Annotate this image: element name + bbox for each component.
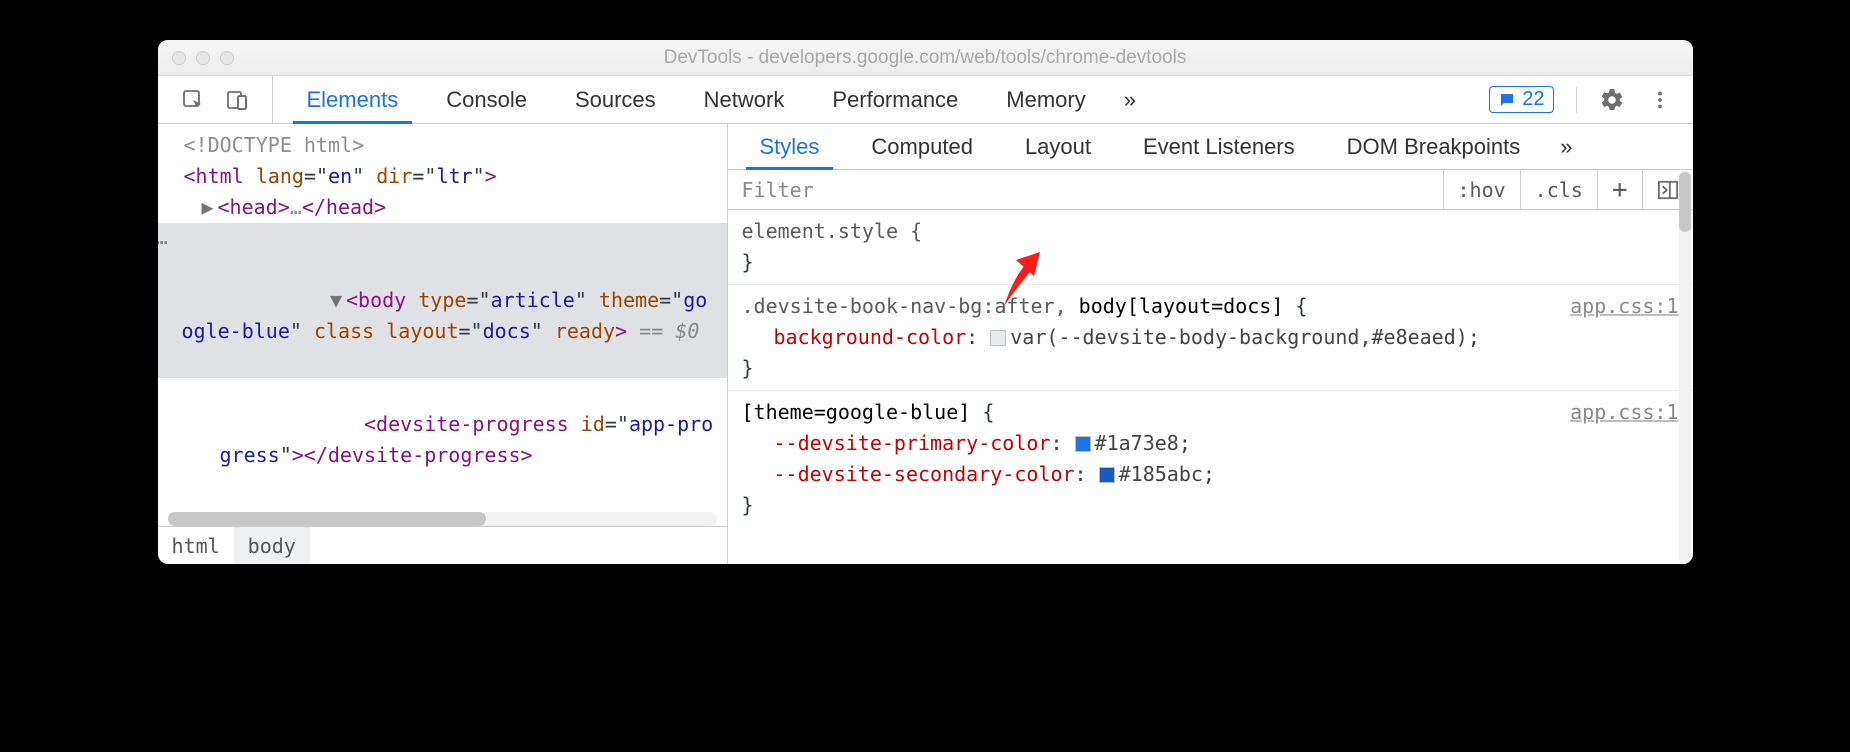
dom-tree-pane: <!DOCTYPE html> <html lang="en" dir="ltr… bbox=[158, 124, 728, 564]
style-rules: element.style { } app.css:1 .devsite-boo… bbox=[728, 210, 1693, 564]
styles-pane: Styles Computed Layout Event Listeners D… bbox=[728, 124, 1693, 564]
dom-body-open[interactable]: ⋯ ▼<body type="article" theme="google-bl… bbox=[158, 223, 727, 378]
traffic-zoom[interactable] bbox=[220, 51, 234, 65]
rule-body-layout-docs[interactable]: app.css:1 .devsite-book-nav-bg:after, bo… bbox=[728, 285, 1693, 391]
window-title: DevTools - developers.google.com/web/too… bbox=[158, 47, 1693, 69]
dom-devsite-progress[interactable]: <devsite-progress id="app-progress"></de… bbox=[158, 378, 727, 502]
dom-html-open[interactable]: <html lang="en" dir="ltr"> bbox=[158, 161, 727, 192]
panes: <!DOCTYPE html> <html lang="en" dir="ltr… bbox=[158, 124, 1693, 564]
crumb-html[interactable]: html bbox=[158, 527, 234, 564]
dom-section-open[interactable]: ▼<section class="devsite-wrapper"> bbox=[158, 502, 727, 508]
toolbar-right: 22 bbox=[1469, 76, 1692, 123]
subtab-layout[interactable]: Layout bbox=[999, 124, 1117, 169]
filter-bar: :hov .cls + bbox=[728, 170, 1693, 210]
prop-primary-color[interactable]: --devsite-primary-color: #1a73e8; bbox=[742, 428, 1679, 459]
traffic-lights bbox=[158, 51, 234, 65]
subtab-computed[interactable]: Computed bbox=[845, 124, 999, 169]
stage: DevTools - developers.google.com/web/too… bbox=[158, 40, 1693, 564]
color-swatch[interactable] bbox=[1099, 467, 1115, 483]
tabs-overflow-icon[interactable]: » bbox=[1110, 76, 1150, 123]
styles-vertical-scrollbar[interactable] bbox=[1679, 170, 1691, 564]
prop-secondary-color[interactable]: --devsite-secondary-color: #185abc; bbox=[742, 459, 1679, 490]
device-toolbar-icon[interactable] bbox=[224, 87, 250, 113]
messages-badge[interactable]: 22 bbox=[1489, 86, 1553, 113]
tab-performance[interactable]: Performance bbox=[808, 76, 982, 123]
styles-filter-input[interactable] bbox=[728, 170, 1444, 209]
breadcrumbs: html body bbox=[158, 526, 727, 564]
rule-source-link[interactable]: app.css:1 bbox=[1570, 397, 1678, 428]
subtab-styles[interactable]: Styles bbox=[734, 124, 846, 169]
main-toolbar: Elements Console Sources Network Perform… bbox=[158, 76, 1693, 124]
tab-memory[interactable]: Memory bbox=[982, 76, 1109, 123]
crumb-body[interactable]: body bbox=[234, 527, 310, 564]
new-style-rule-button[interactable]: + bbox=[1598, 170, 1643, 209]
prop-background-color[interactable]: background-color: var(--devsite-body-bac… bbox=[742, 322, 1679, 353]
color-swatch[interactable] bbox=[1075, 436, 1091, 452]
dom-head-collapsed[interactable]: ▶<head>…</head> bbox=[158, 192, 727, 223]
hov-toggle[interactable]: :hov bbox=[1444, 170, 1521, 209]
messages-count: 22 bbox=[1522, 88, 1544, 111]
traffic-minimize[interactable] bbox=[196, 51, 210, 65]
styles-subtabs: Styles Computed Layout Event Listeners D… bbox=[728, 124, 1693, 170]
tab-sources[interactable]: Sources bbox=[551, 76, 680, 123]
dom-tree[interactable]: <!DOCTYPE html> <html lang="en" dir="ltr… bbox=[158, 124, 727, 508]
subtab-event-listeners[interactable]: Event Listeners bbox=[1117, 124, 1321, 169]
dom-doctype[interactable]: <!DOCTYPE html> bbox=[158, 130, 727, 161]
tab-console[interactable]: Console bbox=[422, 76, 551, 123]
main-tabs: Elements Console Sources Network Perform… bbox=[273, 76, 1470, 123]
subtab-dom-breakpoints[interactable]: DOM Breakpoints bbox=[1321, 124, 1547, 169]
settings-gear-icon[interactable] bbox=[1599, 87, 1625, 113]
selected-dots-icon: ⋯ bbox=[158, 227, 166, 258]
inspect-element-icon[interactable] bbox=[180, 87, 206, 113]
traffic-close[interactable] bbox=[172, 51, 186, 65]
rule-element-style[interactable]: element.style { } bbox=[728, 210, 1693, 285]
cls-toggle[interactable]: .cls bbox=[1521, 170, 1598, 209]
more-menu-icon[interactable] bbox=[1647, 87, 1673, 113]
subtabs-overflow-icon[interactable]: » bbox=[1546, 124, 1586, 169]
toolbar-left bbox=[158, 76, 273, 123]
tab-elements[interactable]: Elements bbox=[283, 76, 423, 123]
divider bbox=[1576, 87, 1577, 113]
devtools-window: DevTools - developers.google.com/web/too… bbox=[158, 40, 1693, 564]
rule-theme-google-blue[interactable]: app.css:1 [theme=google-blue] { --devsit… bbox=[728, 391, 1693, 527]
rule-source-link[interactable]: app.css:1 bbox=[1570, 291, 1678, 322]
color-swatch[interactable] bbox=[990, 330, 1006, 346]
title-bar: DevTools - developers.google.com/web/too… bbox=[158, 40, 1693, 76]
dom-horizontal-scrollbar[interactable] bbox=[168, 512, 717, 526]
tab-network[interactable]: Network bbox=[680, 76, 809, 123]
